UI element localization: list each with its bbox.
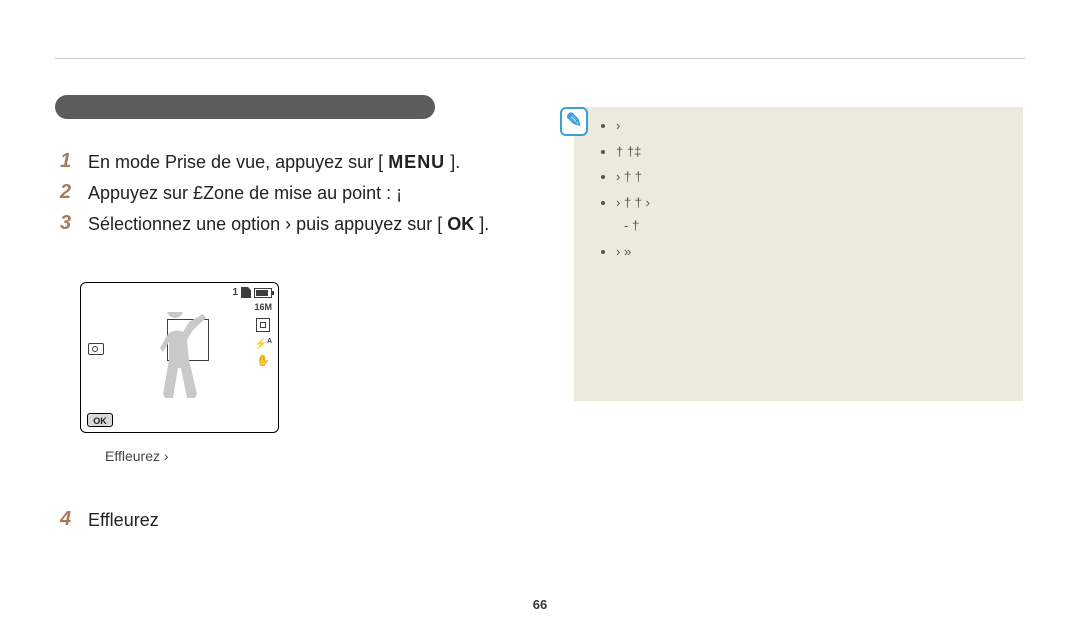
- stabilizer-icon: [256, 356, 270, 370]
- camera-ok-button: OK: [87, 413, 113, 427]
- drive-mode-icon: [88, 343, 104, 355]
- ok-button-label: OK: [447, 214, 474, 234]
- menu-button-label: MENU: [388, 152, 445, 172]
- person-silhouette: [141, 312, 213, 432]
- step-3-post: ].: [479, 214, 489, 234]
- step-list: 1 En mode Prise de vue, appuyez sur [ ME…: [60, 148, 540, 241]
- step-number: 2: [60, 179, 88, 206]
- camera-right-stack: 16M A: [254, 303, 272, 370]
- step-1-pre: En mode Prise de vue, appuyez sur [: [88, 152, 383, 172]
- step-body: Sélectionnez une option › puis appuyez s…: [88, 210, 540, 236]
- flash-suffix: A: [267, 338, 272, 345]
- step-2: 2 Appuyez sur £Zone de mise au point : ¡: [60, 179, 540, 206]
- camera-top-status: 1: [232, 287, 272, 298]
- battery-icon: [254, 288, 272, 298]
- step-4: 4 Effleurez: [60, 506, 540, 537]
- note-icon: ✎: [560, 107, 588, 136]
- metering-icon: [256, 318, 270, 332]
- step-body: Effleurez: [88, 506, 540, 532]
- section-heading-pill: [55, 95, 435, 119]
- photo-size-label: 16M: [254, 303, 272, 312]
- note-bullet: › »: [616, 242, 1007, 262]
- step-3: 3 Sélectionnez une option › puis appuyez…: [60, 210, 540, 237]
- pencil-glyph: ✎: [566, 108, 583, 133]
- note-bullet: › † † › †: [616, 193, 1007, 236]
- note-subbullet: †: [632, 216, 1007, 236]
- step-1-post: ].: [450, 152, 460, 172]
- note-body: › † †‡ › † † › † † › † › »: [602, 116, 1007, 267]
- sd-card-icon: [241, 287, 251, 298]
- step-1: 1 En mode Prise de vue, appuyez sur [ ME…: [60, 148, 540, 175]
- step-number: 4: [60, 506, 88, 533]
- top-rule: [55, 58, 1025, 59]
- step-body: Appuyez sur £Zone de mise au point : ¡: [88, 179, 540, 205]
- note-bullet: › † †: [616, 167, 1007, 187]
- note-bullet: ›: [616, 116, 1007, 136]
- page-number: 66: [0, 597, 1080, 612]
- step-number: 1: [60, 148, 88, 175]
- step-3-pre: Sélectionnez une option › puis appuyez s…: [88, 214, 442, 234]
- step-number: 3: [60, 210, 88, 237]
- shot-counter: 1: [232, 287, 238, 298]
- note-bullet: † †‡: [616, 142, 1007, 162]
- flash-icon: A: [254, 338, 272, 350]
- camera-screenshot: 1 16M A OK: [80, 282, 279, 433]
- step-body: En mode Prise de vue, appuyez sur [ MENU…: [88, 148, 540, 174]
- screenshot-caption: Effleurez ›: [105, 448, 355, 464]
